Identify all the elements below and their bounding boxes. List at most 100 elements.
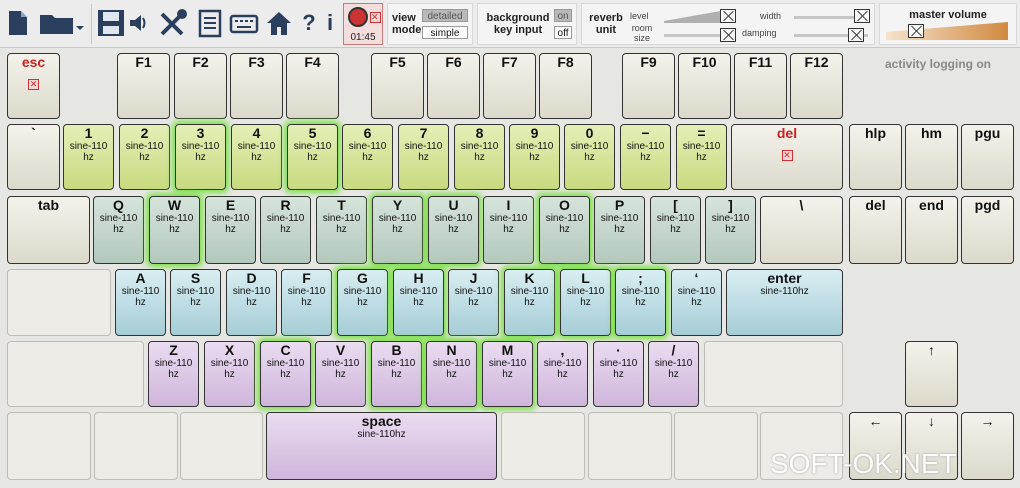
key-m[interactable]: Msine-110 hz <box>482 341 533 407</box>
key-w[interactable]: Wsine-110 hz <box>149 196 200 264</box>
key-label: − <box>641 125 650 141</box>
key-sym68[interactable]: , sine-110 hz <box>537 341 588 407</box>
slider-thumb-icon[interactable] <box>720 28 736 42</box>
close-icon[interactable]: ✕ <box>8 74 59 92</box>
key-sym43[interactable]: \ <box>760 196 843 264</box>
key-v[interactable]: Vsine-110 hz <box>315 341 366 407</box>
key-z[interactable]: Zsine-110 hz <box>148 341 199 407</box>
key-sym57[interactable]: ; sine-110 hz <box>615 269 666 336</box>
key-8[interactable]: 8 sine-110 hz <box>454 124 505 190</box>
reverb-level-label: level <box>630 11 649 21</box>
slider-thumb-icon[interactable] <box>848 28 864 42</box>
slider-thumb-icon[interactable] <box>854 9 870 23</box>
key-c[interactable]: Csine-110 hz <box>260 341 311 407</box>
save-audio-icon[interactable] <box>95 4 151 42</box>
home-icon[interactable] <box>264 4 294 42</box>
key-p[interactable]: Psine-110 hz <box>594 196 645 264</box>
key-f12[interactable]: F12 <box>790 53 843 119</box>
view-option-detailed[interactable]: detailed <box>422 9 468 22</box>
key-enter[interactable]: enter sine-110hz <box>726 269 843 336</box>
key-sym42[interactable]: ] sine-110 hz <box>705 196 756 264</box>
key-f2[interactable]: F2 <box>174 53 227 119</box>
key-4[interactable]: 4 sine-110 hz <box>231 124 282 190</box>
key-2[interactable]: 2 sine-110 hz <box>119 124 170 190</box>
key-label: K <box>524 270 535 286</box>
info-icon[interactable]: i <box>320 4 340 42</box>
view-option-simple[interactable]: simple <box>422 26 468 39</box>
key-j[interactable]: Jsine-110 hz <box>448 269 499 336</box>
key-f3[interactable]: F3 <box>230 53 283 119</box>
tools-icon[interactable] <box>155 4 191 42</box>
key-sym41[interactable]: [sine-110 hz <box>650 196 701 264</box>
key-hlp[interactable]: hlp <box>849 124 902 190</box>
key-k[interactable]: Ksine-110 hz <box>504 269 555 336</box>
new-document-icon[interactable] <box>4 4 32 42</box>
key-r[interactable]: Rsine-110 hz <box>260 196 311 264</box>
key-n[interactable]: Nsine-110 hz <box>426 341 477 407</box>
key-f[interactable]: Fsine-110 hz <box>281 269 332 336</box>
key-pgu[interactable]: pgu <box>961 124 1014 190</box>
key-e[interactable]: Esine-110 hz <box>205 196 256 264</box>
background-option-off[interactable]: off <box>554 26 572 39</box>
key-sym24[interactable]: − sine-110 hz <box>620 124 671 190</box>
key-del[interactable]: del ✕ <box>731 124 843 190</box>
key-tab[interactable]: tab <box>7 196 90 264</box>
key-blank <box>94 412 178 480</box>
key-1[interactable]: 1 sine-110 hz <box>63 124 114 190</box>
key-s[interactable]: Ssine-110 hz <box>170 269 221 336</box>
key-i[interactable]: Isine-110 hz <box>483 196 534 264</box>
key-0[interactable]: 0 sine-110 hz <box>564 124 615 190</box>
key-q[interactable]: Qsine-110 hz <box>93 196 144 264</box>
key-5[interactable]: 5 sine-110 hz <box>287 124 338 190</box>
key-space[interactable]: space sine-110hz <box>266 412 497 480</box>
key-l[interactable]: Lsine-110 hz <box>560 269 611 336</box>
slider-thumb-icon[interactable] <box>908 24 924 38</box>
key-3[interactable]: 3 sine-110 hz <box>175 124 226 190</box>
key-sym70[interactable]: / sine-110 hz <box>648 341 699 407</box>
key-sym72[interactable]: ↑ <box>905 341 958 407</box>
key-sym58[interactable]: ‘sine-110 hz <box>671 269 722 336</box>
background-option-on[interactable]: on <box>554 9 572 22</box>
close-icon[interactable]: ✕ <box>732 145 842 163</box>
key-esc[interactable]: esc ✕ <box>7 53 60 119</box>
close-icon[interactable]: ✕ <box>370 7 381 25</box>
key-sym13[interactable]: ` <box>7 124 60 190</box>
key-o[interactable]: Osine-110 hz <box>539 196 590 264</box>
key-h[interactable]: Hsine-110 hz <box>393 269 444 336</box>
keyboard-icon[interactable] <box>228 4 260 42</box>
key-u[interactable]: Usine-110 hz <box>428 196 479 264</box>
key-f8[interactable]: F8 <box>539 53 592 119</box>
key-del[interactable]: del <box>849 196 902 264</box>
key-label: ← <box>868 413 883 429</box>
notes-icon[interactable] <box>195 4 225 42</box>
key-x[interactable]: Xsine-110 hz <box>204 341 255 407</box>
key-f6[interactable]: F6 <box>427 53 480 119</box>
key-f11[interactable]: F11 <box>734 53 787 119</box>
slider-thumb-icon[interactable] <box>720 9 736 23</box>
key-y[interactable]: Ysine-110 hz <box>372 196 423 264</box>
key-a[interactable]: Asine-110 hz <box>115 269 166 336</box>
key-end[interactable]: end <box>905 196 958 264</box>
record-button[interactable]: ✕ 01:45 <box>343 3 383 45</box>
key-f4[interactable]: F4 <box>286 53 339 119</box>
key-9[interactable]: 9 sine-110 hz <box>509 124 560 190</box>
help-icon[interactable]: ? <box>298 4 320 42</box>
key-b[interactable]: Bsine-110 hz <box>371 341 422 407</box>
key-sym69[interactable]: · sine-110 hz <box>593 341 644 407</box>
key-6[interactable]: 6 sine-110 hz <box>342 124 393 190</box>
key-d[interactable]: Dsine-110 hz <box>226 269 277 336</box>
key-sym25[interactable]: = sine-110 hz <box>676 124 727 190</box>
key-hm[interactable]: hm <box>905 124 958 190</box>
key-g[interactable]: Gsine-110 hz <box>337 269 388 336</box>
key-f1[interactable]: F1 <box>117 53 170 119</box>
key-pgd[interactable]: pgd <box>961 196 1014 264</box>
key-f10[interactable]: F10 <box>678 53 731 119</box>
key-sym83[interactable]: → <box>961 412 1014 480</box>
key-f5[interactable]: F5 <box>371 53 424 119</box>
key-f7[interactable]: F7 <box>483 53 536 119</box>
key-t[interactable]: Tsine-110 hz <box>316 196 367 264</box>
folder-open-icon[interactable] <box>36 4 86 42</box>
background-input-group: background key input on off <box>477 3 577 45</box>
key-7[interactable]: 7 sine-110 hz <box>398 124 449 190</box>
key-f9[interactable]: F9 <box>622 53 675 119</box>
